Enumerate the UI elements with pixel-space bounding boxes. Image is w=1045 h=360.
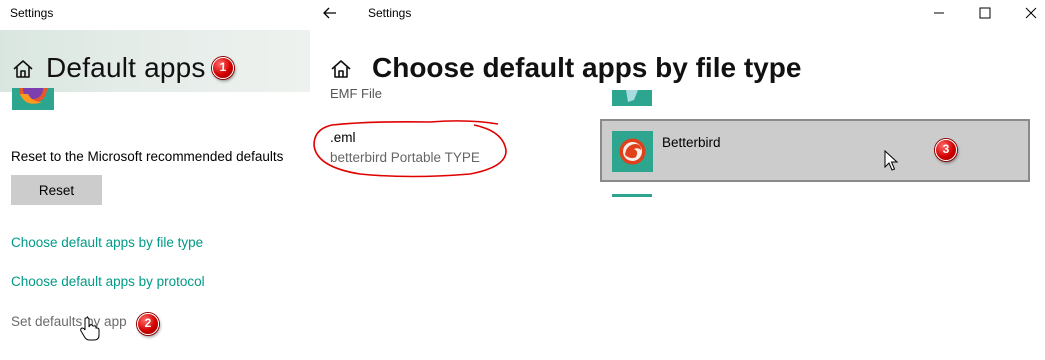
annotation-badge: 3 (935, 139, 957, 161)
app-name: Betterbird (662, 135, 721, 150)
annotation-badge: 2 (137, 313, 159, 335)
settings-window-file-type: Settings Choose default apps by file typ… (310, 0, 1045, 360)
maximize-icon[interactable] (962, 0, 1008, 28)
file-type-description: betterbird Portable TYPE (330, 150, 480, 165)
home-icon[interactable] (330, 58, 352, 80)
close-icon[interactable] (1008, 0, 1045, 28)
annotation-ellipse (313, 120, 507, 178)
hand-pointer-icon (80, 317, 100, 341)
page-title: Default apps (46, 52, 206, 83)
default-app-selection[interactable]: Betterbird (600, 119, 1030, 182)
back-arrow-icon[interactable] (322, 5, 338, 21)
app-tile-icon-partial[interactable] (612, 90, 652, 106)
window-title: Settings (368, 6, 412, 20)
annotation-badge: 1 (212, 57, 234, 79)
link-set-defaults-by-app[interactable]: Set defaults by app (11, 314, 127, 329)
link-default-apps-by-protocol[interactable]: Choose default apps by protocol (11, 274, 205, 289)
page-title: Choose default apps by file type (372, 52, 802, 83)
betterbird-icon (612, 131, 653, 172)
app-tile-icon-partial (612, 194, 652, 197)
home-icon[interactable] (12, 58, 34, 80)
file-extension[interactable]: .eml (330, 130, 356, 145)
firefox-icon[interactable] (12, 88, 54, 110)
settings-window-default-apps: Settings Default apps 1 Reset to the Mic… (0, 0, 310, 360)
reset-button[interactable]: Reset (11, 175, 102, 205)
reset-label: Reset to the Microsoft recommended defau… (11, 149, 284, 164)
file-type-item-partial: EMF File (330, 86, 382, 100)
minimize-icon[interactable] (916, 0, 962, 28)
window-title: Settings (10, 6, 54, 20)
title-bar: Settings (0, 0, 310, 30)
link-default-apps-by-file-type[interactable]: Choose default apps by file type (11, 235, 203, 250)
mouse-pointer-icon (884, 150, 898, 171)
